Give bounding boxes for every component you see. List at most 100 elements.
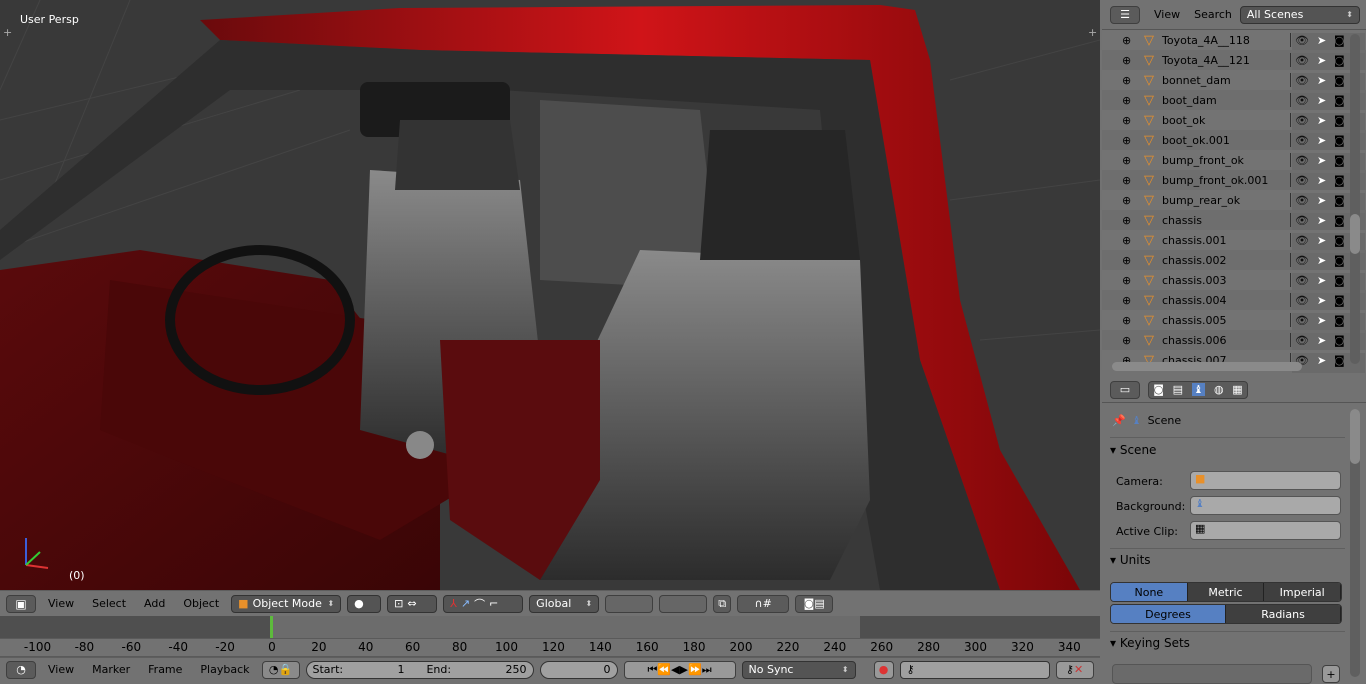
outliner-item-label[interactable]: boot_ok.001 — [1162, 134, 1230, 147]
display-mode-select[interactable]: All Scenes ⬍ — [1239, 5, 1360, 24]
outliner-item-label[interactable]: chassis.002 — [1162, 254, 1227, 267]
expand-icon[interactable]: ⊕ — [1122, 34, 1131, 47]
lock-layers-icon[interactable]: ⧉ — [713, 594, 732, 613]
3d-viewport[interactable]: User Persp (0) + + — [0, 0, 1100, 590]
background-field[interactable]: ♝ — [1190, 496, 1341, 515]
prev-key-icon[interactable]: ⏪ — [657, 663, 671, 676]
outliner-item[interactable]: ⊕ ▽ Toyota_4A__118 👁 ➤ ◙ — [1102, 30, 1366, 53]
degrees-button[interactable]: Degrees — [1111, 605, 1226, 623]
jump-end-icon[interactable]: ⏭ — [702, 663, 712, 677]
outliner-item-label[interactable]: chassis.004 — [1162, 294, 1227, 307]
playhead[interactable] — [270, 616, 273, 638]
eye-icon[interactable]: 👁 — [1295, 54, 1309, 67]
add-keying-set-button[interactable]: + — [1322, 665, 1340, 683]
outliner-item[interactable]: ⊕ ▽ boot_ok.001 👁 ➤ ◙ — [1102, 130, 1366, 153]
expand-icon[interactable]: ⊕ — [1122, 174, 1131, 187]
expand-icon[interactable]: ⊕ — [1122, 274, 1131, 287]
play-reverse-icon[interactable]: ◀ — [671, 663, 679, 676]
expand-icon[interactable]: ⊕ — [1122, 74, 1131, 87]
editor-type-button[interactable]: ◔ — [6, 660, 36, 679]
frame-range[interactable]: Start: 1 End: 250 — [305, 660, 534, 679]
eye-icon[interactable]: 👁 — [1295, 174, 1309, 187]
render-layers-tab-icon[interactable]: ▤ — [1173, 383, 1183, 396]
outliner-item-label[interactable]: bump_front_ok.001 — [1162, 174, 1268, 187]
outliner-item-label[interactable]: boot_dam — [1162, 94, 1217, 107]
keying-sets-panel-header[interactable]: ▾ Keying Sets — [1110, 636, 1345, 650]
sync-select[interactable]: No Sync ⬍ — [741, 660, 856, 679]
pivot-select[interactable]: ⊡ ⇔ — [387, 594, 438, 613]
menu-add[interactable]: Add — [138, 597, 171, 610]
outliner-item[interactable]: ⊕ ▽ chassis.004 👁 ➤ ◙ — [1102, 290, 1366, 313]
render-icon[interactable]: ◙ — [1334, 334, 1345, 347]
menu-view[interactable]: View — [1148, 8, 1186, 21]
render-icon[interactable]: ◙ — [1334, 114, 1345, 127]
cursor-icon[interactable]: ➤ — [1317, 114, 1326, 127]
expand-icon[interactable]: ⊕ — [1122, 134, 1131, 147]
end-value[interactable]: 250 — [506, 663, 527, 676]
cursor-icon[interactable]: ➤ — [1317, 74, 1326, 87]
render-tab-icon[interactable]: ◙ — [1153, 383, 1164, 396]
render-icon[interactable]: ◙ — [1334, 154, 1345, 167]
expand-icon[interactable]: ⊕ — [1122, 114, 1131, 127]
eye-icon[interactable]: 👁 — [1295, 154, 1309, 167]
menu-view[interactable]: View — [42, 597, 80, 610]
render-icon[interactable]: ◙ — [1334, 254, 1345, 267]
add-region-icon[interactable]: + — [1088, 26, 1097, 39]
menu-object[interactable]: Object — [177, 597, 225, 610]
outliner-item-label[interactable]: bump_front_ok — [1162, 154, 1244, 167]
render-icon[interactable]: ◙ — [1334, 54, 1345, 67]
units-panel-header[interactable]: ▾ Units — [1110, 553, 1345, 567]
expand-icon[interactable]: ⊕ — [1122, 54, 1131, 67]
outliner-item[interactable]: ⊕ ▽ chassis.002 👁 ➤ ◙ — [1102, 250, 1366, 273]
pin-icon[interactable]: 📌 — [1112, 414, 1126, 427]
context-tabs[interactable]: ◙ ▤ ♝ ◍ ▦ — [1148, 380, 1248, 399]
add-region-icon[interactable]: + — [3, 26, 12, 39]
expand-icon[interactable]: ⊕ — [1122, 254, 1131, 267]
render-icon[interactable]: ◙ — [1334, 194, 1345, 207]
radians-button[interactable]: Radians — [1226, 605, 1341, 623]
menu-marker[interactable]: Marker — [86, 663, 136, 676]
menu-playback[interactable]: Playback — [194, 663, 255, 676]
editor-type-button[interactable]: ▭ — [1110, 380, 1140, 399]
editor-type-button[interactable]: ▣ — [6, 594, 36, 613]
preview-range-buttons[interactable]: ◔ 🔒 — [261, 660, 300, 679]
outliner-item[interactable]: ⊕ ▽ bonnet_dam 👁 ➤ ◙ — [1102, 70, 1366, 93]
menu-frame[interactable]: Frame — [142, 663, 188, 676]
menu-select[interactable]: Select — [86, 597, 132, 610]
shading-select[interactable]: ● — [347, 594, 382, 613]
scene-tab-icon[interactable]: ♝ — [1191, 383, 1206, 396]
outliner-item[interactable]: ⊕ ▽ chassis.006 👁 ➤ ◙ — [1102, 330, 1366, 353]
scene-panel-header[interactable]: ▾ Scene — [1110, 443, 1345, 457]
render-icon[interactable]: ◙ — [1334, 234, 1345, 247]
outliner-hscrollbar[interactable] — [1112, 362, 1302, 371]
eye-icon[interactable]: 👁 — [1295, 114, 1309, 127]
outliner-scrollbar[interactable] — [1350, 34, 1360, 364]
next-key-icon[interactable]: ⏩ — [688, 663, 702, 676]
outliner-item-label[interactable]: Toyota_4A__121 — [1162, 54, 1250, 67]
properties-scrollbar[interactable] — [1350, 409, 1360, 677]
eye-icon[interactable]: 👁 — [1295, 274, 1309, 287]
eye-icon[interactable]: 👁 — [1295, 214, 1309, 227]
play-icon[interactable]: ▶ — [680, 663, 688, 676]
manipulator-buttons[interactable]: ⅄ ↗ ⌒ ⌐ — [443, 594, 524, 613]
outliner-item[interactable]: ⊕ ▽ bump_rear_ok 👁 ➤ ◙ — [1102, 190, 1366, 213]
eye-icon[interactable]: 👁 — [1295, 134, 1309, 147]
eye-icon[interactable]: 👁 — [1295, 294, 1309, 307]
cursor-icon[interactable]: ➤ — [1317, 354, 1326, 367]
render-icon[interactable]: ◙ — [1334, 354, 1345, 367]
eye-icon[interactable]: 👁 — [1295, 334, 1309, 347]
keying-set-field[interactable]: ⚷ — [899, 660, 1050, 679]
texture-tab-icon[interactable]: ▦ — [1232, 383, 1242, 396]
render-icon[interactable]: ◙ — [1334, 34, 1345, 47]
outliner-item[interactable]: ⊕ ▽ Toyota_4A__121 👁 ➤ ◙ — [1102, 50, 1366, 73]
outliner-item[interactable]: ⊕ ▽ chassis.003 👁 ➤ ◙ — [1102, 270, 1366, 293]
expand-icon[interactable]: ⊕ — [1122, 234, 1131, 247]
unit-imperial-button[interactable]: Imperial — [1264, 583, 1341, 601]
snap-buttons[interactable]: ∩ # — [737, 594, 790, 613]
cursor-icon[interactable]: ➤ — [1317, 194, 1326, 207]
cursor-icon[interactable]: ➤ — [1317, 34, 1326, 47]
active-clip-field[interactable]: ▦ — [1190, 521, 1341, 540]
outliner-item-label[interactable]: boot_ok — [1162, 114, 1205, 127]
outliner-item-label[interactable]: bonnet_dam — [1162, 74, 1231, 87]
render-icon[interactable]: ◙ — [1334, 294, 1345, 307]
